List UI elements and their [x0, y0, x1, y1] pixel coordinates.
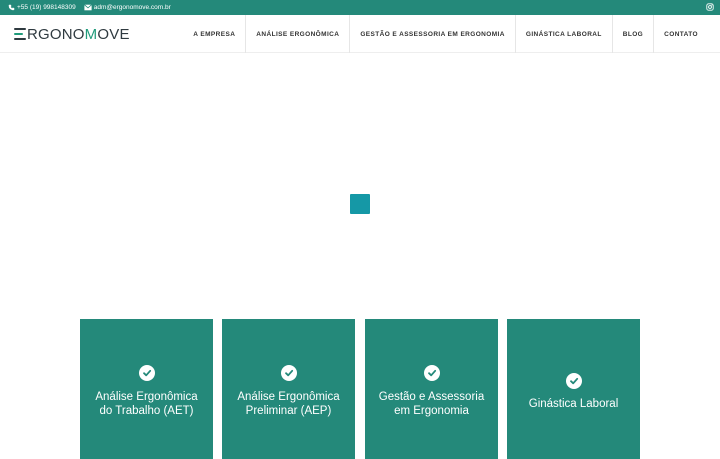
- check-circle-icon: [423, 365, 440, 381]
- service-title-line2: em Ergonomia: [394, 405, 469, 417]
- service-title-line1: Análise Ergonômica: [237, 391, 340, 403]
- service-title-line2: do Trabalho (AET): [99, 405, 194, 417]
- email-contact[interactable]: adm@ergonomove.com.br: [83, 4, 171, 12]
- top-contact-bar: +55 (19) 998148309 adm@ergonomove.com.br: [0, 0, 720, 15]
- logo-e-mark: [14, 27, 26, 41]
- phone-contact[interactable]: +55 (19) 998148309: [7, 4, 76, 12]
- nav-gestao-assessoria[interactable]: GESTÃO E ASSESSORIA EM ERGONOMIA: [350, 15, 516, 53]
- service-card-aep[interactable]: Análise Ergonômica Preliminar (AEP): [222, 319, 355, 459]
- services-section: Análise Ergonômica do Trabalho (AET) Aná…: [80, 319, 640, 459]
- main-nav: A EMPRESA ANÁLISE ERGONÔMICA GESTÃO E AS…: [183, 15, 708, 53]
- nav-blog[interactable]: BLOG: [613, 15, 655, 53]
- service-title-line1: Ginástica Laboral: [528, 398, 619, 410]
- nav-analise-ergonomica[interactable]: ANÁLISE ERGONÔMICA: [246, 15, 351, 53]
- check-circle-icon: [138, 365, 155, 381]
- nav-a-empresa[interactable]: A EMPRESA: [183, 15, 247, 53]
- logo-text-part1: RGONO: [27, 25, 85, 43]
- service-title-line1: Gestão e Assessoria: [378, 391, 485, 403]
- logo-text-part2: M: [84, 25, 98, 43]
- service-card-gestao[interactable]: Gestão e Assessoria em Ergonomia: [365, 319, 498, 459]
- email-address: adm@ergonomove.com.br: [93, 4, 171, 11]
- service-title-line2: Preliminar (AEP): [245, 405, 332, 417]
- service-title: Ginástica Laboral: [513, 397, 634, 411]
- loading-indicator: [350, 194, 370, 214]
- phone-number: +55 (19) 998148309: [17, 4, 76, 11]
- nav-ginastica-laboral[interactable]: GINÁSTICA LABORAL: [516, 15, 613, 53]
- envelope-icon: [83, 4, 92, 12]
- instagram-icon[interactable]: [706, 3, 714, 13]
- service-title: Gestão e Assessoria em Ergonomia: [371, 390, 492, 418]
- check-circle-icon: [565, 373, 582, 389]
- service-card-ginastica[interactable]: Ginástica Laboral: [507, 319, 640, 459]
- service-card-aet[interactable]: Análise Ergonômica do Trabalho (AET): [80, 319, 213, 459]
- service-title: Análise Ergonômica Preliminar (AEP): [228, 390, 349, 418]
- service-title: Análise Ergonômica do Trabalho (AET): [86, 390, 207, 418]
- phone-icon: [7, 4, 15, 12]
- logo-text-part3: OVE: [97, 25, 130, 43]
- check-circle-icon: [280, 365, 297, 381]
- ergonomove-logo[interactable]: RGONO M OVE: [14, 25, 130, 43]
- nav-contato[interactable]: CONTATO: [654, 15, 708, 53]
- site-header: RGONO M OVE A EMPRESA ANÁLISE ERGONÔMICA G…: [0, 15, 720, 53]
- service-title-line1: Análise Ergonômica: [95, 391, 198, 403]
